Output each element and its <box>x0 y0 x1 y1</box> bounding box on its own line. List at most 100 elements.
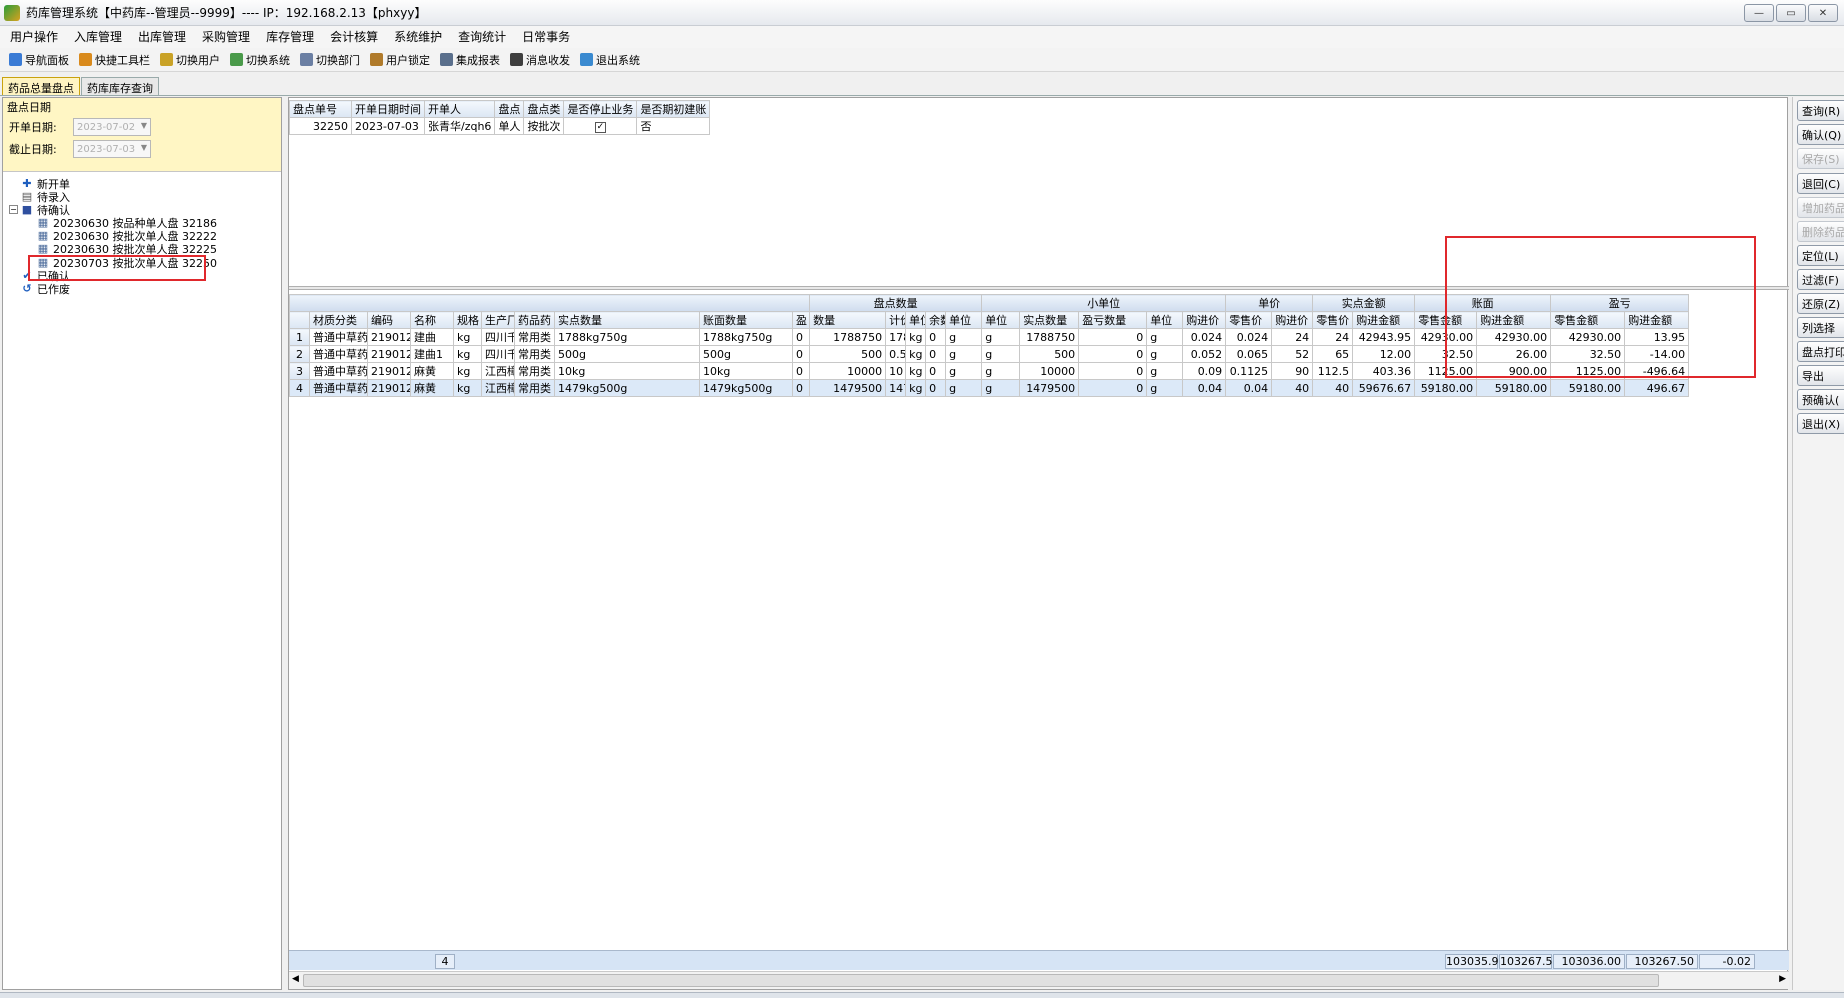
column-header[interactable]: 实点数量 <box>554 311 700 329</box>
table-row[interactable]: 32250 2023-07-03 张青华/zqh6 单人 按批次 ✓ 否 <box>289 117 711 135</box>
detail-cell-spec[interactable]: kg <box>453 345 482 363</box>
detail-cell-code[interactable]: 219012 <box>367 379 411 397</box>
detail-cell-sell[interactable]: 0.065 <box>1225 345 1273 363</box>
detail-cell-price-unit[interactable]: 0.5 <box>885 345 907 363</box>
detail-cell-small-diff[interactable]: 0 <box>1078 328 1148 346</box>
column-header[interactable]: 盘点 <box>494 100 525 118</box>
detail-cell-act-buy[interactable]: 403.36 <box>1352 362 1416 380</box>
column-header[interactable]: 名称 <box>410 311 454 329</box>
collapse-icon[interactable]: − <box>9 205 18 214</box>
detail-cell-type[interactable]: 常用类 <box>514 345 555 363</box>
detail-cell-spec[interactable]: kg <box>453 362 482 380</box>
maximize-button[interactable]: ▭ <box>1776 4 1806 22</box>
toolbar-switch-user-button[interactable]: 切换用户 <box>155 49 225 71</box>
detail-cell-buy[interactable]: 0.024 <box>1182 328 1227 346</box>
add-drug-button[interactable]: 增加药品 <box>1797 197 1844 218</box>
detail-cell-small-unit[interactable]: g <box>1146 345 1184 363</box>
detail-cell-name[interactable]: 麻黄 <box>410 379 454 397</box>
detail-cell-small-actual[interactable]: 500 <box>1019 345 1080 363</box>
column-header[interactable]: 购进金额 <box>1352 311 1416 329</box>
detail-cell-spec[interactable]: kg <box>453 328 482 346</box>
detail-cell-small-actual[interactable]: 1788750 <box>1019 328 1080 346</box>
detail-cell-u3[interactable]: g <box>981 379 1021 397</box>
column-header[interactable]: 单位 <box>905 311 927 329</box>
column-header[interactable]: 是否停止业务 <box>563 100 638 118</box>
detail-cell-small-unit[interactable]: g <box>1146 328 1184 346</box>
detail-cell-qty[interactable]: 1479500 <box>809 379 887 397</box>
detail-cell-profit[interactable]: 0 <box>791 362 811 380</box>
return-button[interactable]: 退回(C) <box>1797 173 1844 194</box>
detail-cell-price-unit[interactable]: 1479 <box>885 379 907 397</box>
column-header[interactable]: 单位 <box>981 311 1021 329</box>
column-header[interactable]: 盈 <box>791 311 811 329</box>
detail-cell-act-buy[interactable]: 12.00 <box>1352 345 1416 363</box>
detail-cell-code[interactable]: 219012 <box>367 362 411 380</box>
detail-cell-mfr[interactable]: 江西樟树 <box>481 379 515 397</box>
detail-cell-book[interactable]: 1479kg500g <box>699 379 793 397</box>
detail-cell-actual[interactable]: 1479kg500g <box>554 379 700 397</box>
export-button[interactable]: 导出 <box>1797 365 1844 386</box>
detail-cell-profit[interactable]: 0 <box>791 345 811 363</box>
column-header[interactable]: 规格 <box>453 311 482 329</box>
column-header[interactable]: 单位 <box>1146 311 1184 329</box>
scroll-right-icon[interactable]: ▶ <box>1779 974 1786 984</box>
detail-cell-u3[interactable]: g <box>981 328 1021 346</box>
column-header[interactable]: 盘点单号 <box>289 100 352 118</box>
column-header[interactable]: 盘点类 <box>523 100 565 118</box>
close-button[interactable]: ✕ <box>1808 4 1838 22</box>
column-header[interactable]: 开单人 <box>423 100 496 118</box>
detail-cell-mfr[interactable]: 江西樟树 <box>481 362 515 380</box>
filter-button[interactable]: 过滤(F) <box>1797 269 1844 290</box>
confirm-button[interactable]: 确认(Q) <box>1797 124 1844 145</box>
detail-cell-name[interactable]: 建曲1 <box>410 345 454 363</box>
detail-cell-book[interactable]: 1788kg750g <box>699 328 793 346</box>
detail-cell-cat[interactable]: 普通中草药 <box>309 345 368 363</box>
detail-cell-small-unit[interactable]: g <box>1146 362 1184 380</box>
detail-cell-ubuy[interactable]: 24 <box>1271 328 1314 346</box>
toolbar-quick-toolbar-button[interactable]: 快捷工具栏 <box>74 49 155 71</box>
column-header[interactable]: 计价 <box>885 311 907 329</box>
exit-button[interactable]: 退出(X) <box>1797 413 1844 434</box>
column-header[interactable]: 盈亏数量 <box>1078 311 1148 329</box>
detail-cell-rem[interactable]: 0 <box>925 362 947 380</box>
detail-cell-unit[interactable]: kg <box>905 345 927 363</box>
detail-cell-name[interactable]: 麻黄 <box>410 362 454 380</box>
detail-cell-code[interactable]: 219012 <box>367 328 411 346</box>
column-header[interactable]: 单位 <box>945 311 983 329</box>
column-header[interactable]: 零售价 <box>1312 311 1354 329</box>
menu-outbound[interactable]: 出库管理 <box>130 26 194 48</box>
column-header[interactable]: 购进价 <box>1182 311 1227 329</box>
detail-cell-u2[interactable]: g <box>945 345 983 363</box>
detail-cell-book[interactable]: 500g <box>699 345 793 363</box>
column-header[interactable]: 是否期初建账 <box>636 100 711 118</box>
detail-cell-rem[interactable]: 0 <box>925 345 947 363</box>
detail-cell-act-sell[interactable]: 59180.00 <box>1414 379 1478 397</box>
detail-cell-qty[interactable]: 1788750 <box>809 328 887 346</box>
detail-cell-book-buy[interactable]: 59180.00 <box>1476 379 1552 397</box>
end-date-picker[interactable]: 2023-07-03 ▼ <box>73 140 151 158</box>
detail-cell-small-diff[interactable]: 0 <box>1078 379 1148 397</box>
toolbar-switch-department-button[interactable]: 切换部门 <box>295 49 365 71</box>
detail-cell-cat[interactable]: 普通中草药 <box>309 328 368 346</box>
column-header[interactable]: 零售价 <box>1225 311 1273 329</box>
detail-cell-price-unit[interactable]: 1788 <box>885 328 907 346</box>
column-header[interactable]: 购进价 <box>1271 311 1314 329</box>
detail-cell-type[interactable]: 常用类 <box>514 379 555 397</box>
detail-cell-usell[interactable]: 112.5 <box>1312 362 1354 380</box>
detail-cell-act-buy[interactable]: 59676.67 <box>1352 379 1416 397</box>
stop-business-checkbox[interactable]: ✓ <box>563 117 638 135</box>
detail-cell-actual[interactable]: 10kg <box>554 362 700 380</box>
detail-cell-profit[interactable]: 0 <box>791 328 811 346</box>
scrollbar-thumb[interactable] <box>303 974 1659 987</box>
detail-cell-book[interactable]: 10kg <box>699 362 793 380</box>
column-header[interactable]: 数量 <box>809 311 887 329</box>
detail-cell-small-diff[interactable]: 0 <box>1078 362 1148 380</box>
table-row[interactable]: 4普通中草药219012麻黄kg江西樟树常用类1479kg500g1479kg5… <box>289 379 1690 397</box>
detail-cell-unit[interactable]: kg <box>905 328 927 346</box>
detail-cell-buy[interactable]: 0.052 <box>1182 345 1227 363</box>
detail-cell-book-sell[interactable]: 59180.00 <box>1550 379 1626 397</box>
detail-cell-sell[interactable]: 0.1125 <box>1225 362 1273 380</box>
column-header[interactable]: 编码 <box>367 311 411 329</box>
detail-cell-qty[interactable]: 500 <box>809 345 887 363</box>
detail-cell-cat[interactable]: 普通中草药 <box>309 379 368 397</box>
